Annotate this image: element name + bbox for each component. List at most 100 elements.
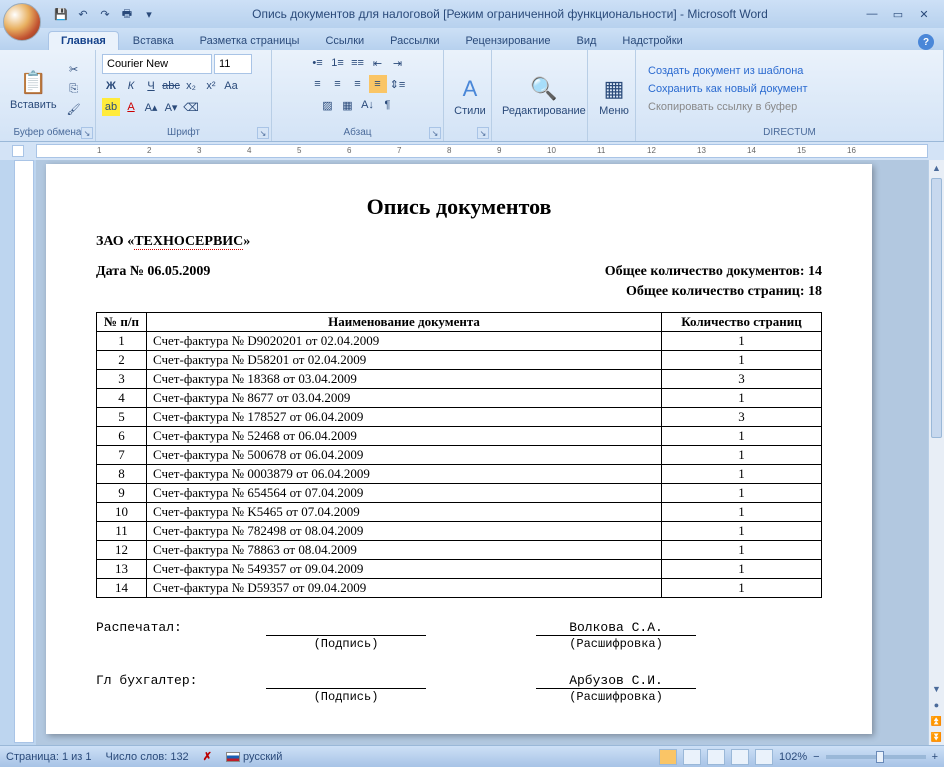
scroll-down-icon[interactable]: ▼ (929, 681, 944, 697)
tab-insert[interactable]: Вставка (121, 32, 186, 50)
outline-view[interactable] (731, 749, 749, 765)
tab-view[interactable]: Вид (565, 32, 609, 50)
align-right-button[interactable]: ≡ (349, 75, 367, 93)
sort-button[interactable]: A↓ (359, 96, 377, 114)
bold-button[interactable]: Ж (102, 77, 120, 95)
tab-addins[interactable]: Надстройки (610, 32, 694, 50)
scroll-thumb[interactable] (931, 178, 942, 438)
copy-icon[interactable]: ⎘ (65, 80, 83, 98)
align-center-button[interactable]: ≡ (329, 75, 347, 93)
bullets-button[interactable]: •≡ (309, 54, 327, 72)
ruler-horizontal-area: 12345678910111213141516 (0, 142, 944, 160)
prev-page-icon[interactable]: ⏫ (929, 713, 944, 729)
paragraph-group-label: Абзац (278, 126, 437, 139)
qat-dropdown-icon[interactable]: ▾ (140, 5, 158, 23)
highlight-button[interactable]: ab (102, 98, 120, 116)
superscript-button[interactable]: x² (202, 77, 220, 95)
directum-copy: Скопировать ссылку в буфер (642, 100, 803, 114)
office-button[interactable] (3, 3, 41, 41)
shading-button[interactable]: ▨ (319, 96, 337, 114)
th-num: № п/п (97, 313, 147, 332)
zoom-thumb[interactable] (876, 751, 884, 763)
help-icon[interactable]: ? (918, 34, 934, 50)
table-row: 13Счет-фактура № 549357 от 09.04.20091 (97, 560, 822, 579)
shrink-font-button[interactable]: A▾ (162, 98, 180, 116)
table-row: 4Счет-фактура № 8677 от 03.04.20091 (97, 389, 822, 408)
borders-button[interactable]: ▦ (339, 96, 357, 114)
grow-font-button[interactable]: A▴ (142, 98, 160, 116)
zoom-slider[interactable] (826, 755, 926, 759)
document-page[interactable]: Опись документов ЗАО «ТЕХНОСЕРВИС» Дата … (46, 164, 872, 734)
ruler-vertical[interactable] (14, 160, 34, 743)
italic-button[interactable]: К (122, 77, 140, 95)
date-line: Дата № 06.05.2009 (96, 264, 210, 280)
status-lang[interactable]: русский (226, 751, 283, 763)
tab-home[interactable]: Главная (48, 31, 119, 50)
tab-references[interactable]: Ссылки (313, 32, 376, 50)
underline-button[interactable]: Ч (142, 77, 160, 95)
zoom-in-button[interactable]: + (932, 751, 938, 763)
strike-button[interactable]: abc (162, 77, 180, 95)
tab-layout[interactable]: Разметка страницы (188, 32, 312, 50)
save-icon[interactable]: 💾 (52, 5, 70, 23)
multilevel-button[interactable]: ≡≡ (349, 54, 367, 72)
show-marks-button[interactable]: ¶ (379, 96, 397, 114)
scrollbar-vertical[interactable]: ▲ ▼ ● ⏫ ⏬ (928, 160, 944, 745)
indent-left-button[interactable]: ⇤ (369, 54, 387, 72)
close-button[interactable]: ✕ (914, 6, 934, 22)
draft-view[interactable] (755, 749, 773, 765)
directum-save[interactable]: Сохранить как новый документ (642, 82, 814, 96)
browse-obj-icon[interactable]: ● (929, 697, 944, 713)
redo-icon[interactable]: ↷ (96, 5, 114, 23)
numbering-button[interactable]: 1≡ (329, 54, 347, 72)
font-select[interactable]: Courier New (102, 54, 212, 74)
paste-button[interactable]: 📋 Вставить (6, 65, 61, 113)
flag-ru-icon (226, 752, 240, 762)
styles-button[interactable]: AСтили (450, 71, 490, 119)
company-line: ЗАО «ТЕХНОСЕРВИС» (96, 234, 822, 250)
paragraph-launcher-icon[interactable]: ↘ (429, 127, 441, 139)
full-screen-view[interactable] (683, 749, 701, 765)
statusbar: Страница: 1 из 1 Число слов: 132 ✗ русск… (0, 745, 944, 767)
status-words[interactable]: Число слов: 132 (106, 751, 189, 763)
status-page[interactable]: Страница: 1 из 1 (6, 751, 92, 763)
next-page-icon[interactable]: ⏬ (929, 729, 944, 745)
font-color-button[interactable]: A (122, 98, 140, 116)
menu-button[interactable]: ▦Меню (594, 71, 634, 119)
align-left-button[interactable]: ≡ (309, 75, 327, 93)
clipboard-launcher-icon[interactable]: ↘ (81, 127, 93, 139)
table-row: 8Счет-фактура № 0003879 от 06.04.20091 (97, 465, 822, 484)
table-row: 12Счет-фактура № 78863 от 08.04.20091 (97, 541, 822, 560)
menu-icon: ▦ (598, 73, 630, 105)
page-area[interactable]: Опись документов ЗАО «ТЕХНОСЕРВИС» Дата … (36, 160, 928, 745)
zoom-out-button[interactable]: − (813, 751, 819, 763)
paste-label: Вставить (10, 99, 57, 111)
indent-right-button[interactable]: ⇥ (389, 54, 407, 72)
editing-button[interactable]: 🔍Редактирование (498, 71, 590, 119)
undo-icon[interactable]: ↶ (74, 5, 92, 23)
table-row: 3Счет-фактура № 18368 от 03.04.20093 (97, 370, 822, 389)
clear-formatting-icon[interactable]: ⌫ (182, 98, 200, 116)
tab-selector[interactable] (12, 145, 24, 157)
font-size-select[interactable]: 11 (214, 54, 252, 74)
ruler-horizontal[interactable]: 12345678910111213141516 (36, 144, 928, 158)
print-layout-view[interactable] (659, 749, 677, 765)
cut-icon[interactable]: ✂ (65, 60, 83, 78)
maximize-button[interactable]: ▭ (888, 6, 908, 22)
minimize-button[interactable]: — (862, 6, 882, 22)
case-button[interactable]: Aa (222, 77, 240, 95)
zoom-level[interactable]: 102% (779, 751, 807, 763)
subscript-button[interactable]: x₂ (182, 77, 200, 95)
format-painter-icon[interactable]: 🖌 (65, 100, 83, 118)
styles-launcher-icon[interactable]: ↘ (477, 127, 489, 139)
scroll-up-icon[interactable]: ▲ (929, 160, 944, 176)
spellcheck-icon[interactable]: ✗ (203, 750, 212, 763)
print-icon[interactable]: 🖶 (118, 5, 136, 23)
tab-mailings[interactable]: Рассылки (378, 32, 451, 50)
line-spacing-button[interactable]: ⇕≡ (389, 75, 407, 93)
directum-create[interactable]: Создать документ из шаблона (642, 64, 809, 78)
justify-button[interactable]: ≡ (369, 75, 387, 93)
tab-review[interactable]: Рецензирование (454, 32, 563, 50)
web-layout-view[interactable] (707, 749, 725, 765)
font-launcher-icon[interactable]: ↘ (257, 127, 269, 139)
